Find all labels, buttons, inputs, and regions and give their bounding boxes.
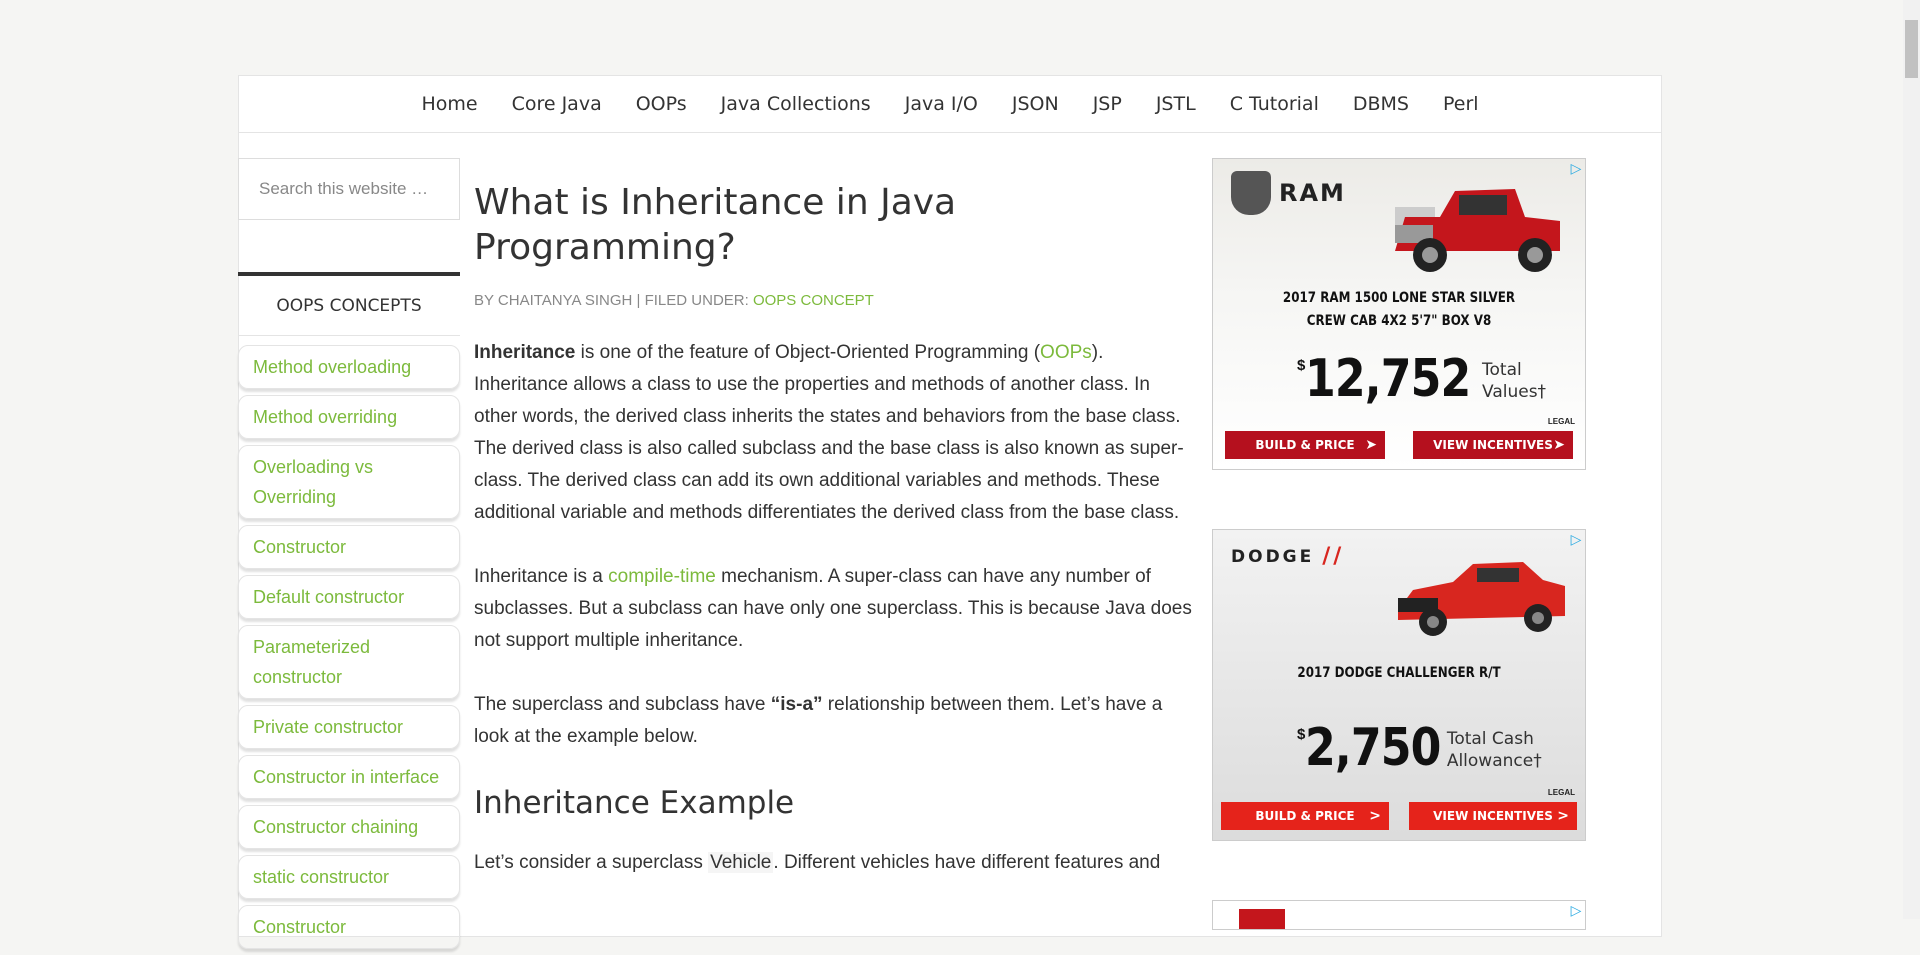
text: . Different vehicles have different feat… — [773, 852, 1161, 873]
sidebar-item-overloading-vs-overriding[interactable]: Overloading vs Overriding — [238, 445, 460, 519]
ad-banner-graphic — [1239, 909, 1285, 929]
legal-text[interactable]: LEGAL — [1548, 788, 1575, 797]
oops-link[interactable]: OOPs — [1040, 342, 1092, 363]
legal-text[interactable]: LEGAL — [1548, 417, 1575, 426]
dodge-ad[interactable]: ▷ DODGE // 2017 DODGE CHALLENGER R/T $ 2,… — [1212, 529, 1586, 841]
category-link[interactable]: OOPS CONCEPT — [753, 292, 874, 309]
category-list: Method overloading Method overriding Ove… — [238, 345, 460, 955]
sidebar-item-method-overloading[interactable]: Method overloading — [238, 345, 460, 389]
text: The superclass and subclass have — [474, 694, 771, 715]
widget-title: OOPS CONCEPTS — [238, 272, 460, 336]
adchoices-icon[interactable]: ▷ — [1567, 901, 1585, 919]
price-caption: Total Values† — [1482, 360, 1547, 402]
dodge-logo: DODGE // — [1231, 544, 1344, 569]
button-label: BUILD & PRICE — [1255, 809, 1355, 823]
nav-item-java-collections[interactable]: Java Collections — [721, 93, 871, 115]
nav-item-jstl[interactable]: JSTL — [1156, 93, 1196, 115]
text: is one of the feature of Object-Oriented… — [575, 342, 1041, 363]
view-incentives-button[interactable]: VIEW INCENTIVES > — [1409, 802, 1577, 830]
search-input[interactable] — [238, 158, 460, 220]
scrollbar[interactable] — [1903, 0, 1920, 919]
sidebar-item-constructor-chaining[interactable]: Constructor chaining — [238, 805, 460, 849]
button-label: VIEW INCENTIVES — [1433, 438, 1553, 452]
section-heading: Inheritance Example — [474, 785, 795, 821]
ad-title-line1: 2017 RAM 1500 LONE STAR SILVER — [1282, 290, 1516, 306]
ad-title-line2: CREW CAB 4X2 5'7" BOX V8 — [1306, 313, 1492, 329]
arrow-icon: ➤ — [1553, 437, 1565, 453]
bold-term: “is-a” — [770, 694, 823, 715]
sidebar-item-constructor[interactable]: Constructor — [238, 525, 460, 569]
ram-brand-text: RAM — [1279, 179, 1346, 207]
paragraph-3: The superclass and subclass have “is-a” … — [474, 689, 1198, 753]
sidebar-item-default-constructor[interactable]: Default constructor — [238, 575, 460, 619]
arrow-icon: > — [1557, 808, 1569, 824]
third-ad[interactable]: ▷ — [1212, 900, 1586, 930]
ad-price: $ 12,752 Total Values† — [1297, 351, 1546, 407]
page-title: What is Inheritance in Java Programming? — [474, 182, 957, 268]
inline-code: Vehicle — [708, 852, 774, 873]
adchoices-icon[interactable]: ▷ — [1567, 530, 1585, 548]
sidebar-item-parameterized-constructor[interactable]: Parameterized constructor — [238, 625, 460, 699]
paragraph-2: Inheritance is a compile-time mechanism.… — [474, 561, 1198, 657]
nav-item-dbms[interactable]: DBMS — [1353, 93, 1409, 115]
ad-title: 2017 DODGE CHALLENGER R/T — [1297, 665, 1501, 681]
build-price-button[interactable]: BUILD & PRICE ➤ — [1225, 431, 1385, 459]
view-incentives-button[interactable]: VIEW INCENTIVES ➤ — [1413, 431, 1573, 459]
adchoices-icon[interactable]: ▷ — [1567, 159, 1585, 177]
ram-head-icon — [1231, 171, 1271, 215]
nav-item-java-io[interactable]: Java I/O — [905, 93, 978, 115]
text: ). Inheritance allows a class to use the… — [474, 342, 1184, 523]
nav-item-oops[interactable]: OOPs — [636, 93, 687, 115]
arrow-icon: ➤ — [1365, 437, 1377, 453]
nav-item-c-tutorial[interactable]: C Tutorial — [1230, 93, 1319, 115]
sidebar: OOPS CONCEPTS Method overloading Method … — [238, 75, 460, 949]
widget-title-text: OOPS CONCEPTS — [276, 295, 422, 316]
price-caption: Total Cash Allowance† — [1446, 729, 1542, 771]
dodge-stripes-icon: // — [1322, 544, 1345, 569]
ram-logo: RAM — [1231, 171, 1346, 215]
dodge-brand-text: DODGE — [1231, 546, 1315, 567]
button-label: VIEW INCENTIVES — [1433, 809, 1553, 823]
sidebar-item-constructor-in-interface[interactable]: Constructor in interface — [238, 755, 460, 799]
scrollbar-thumb[interactable] — [1905, 20, 1918, 78]
bold-term: Inheritance — [474, 342, 576, 363]
nav-item-json[interactable]: JSON — [1012, 93, 1059, 115]
post-meta-author: BY CHAITANYA SINGH | FILED UNDER: — [474, 292, 749, 309]
compile-time-link[interactable]: compile-time — [608, 566, 716, 587]
sidebar-item-constructor-2[interactable]: Constructor — [238, 905, 460, 949]
ad-price: $ 2,750 Total Cash Allowance† — [1297, 720, 1542, 776]
paragraph-4: Let’s consider a superclass Vehicle. Dif… — [474, 847, 1198, 879]
nav-item-perl[interactable]: Perl — [1443, 93, 1479, 115]
sidebar-item-static-constructor[interactable]: static constructor — [238, 855, 460, 899]
arrow-icon: > — [1369, 808, 1381, 824]
paragraph-1: Inheritance is one of the feature of Obj… — [474, 337, 1198, 529]
price-value: 12,752 — [1305, 349, 1471, 409]
build-price-button[interactable]: BUILD & PRICE > — [1221, 802, 1389, 830]
text: Let’s consider a superclass — [474, 852, 709, 873]
car-image — [1398, 562, 1565, 636]
button-label: BUILD & PRICE — [1255, 438, 1355, 452]
price-value: 2,750 — [1305, 718, 1441, 778]
sidebar-item-method-overriding[interactable]: Method overriding — [238, 395, 460, 439]
ram-ad[interactable]: ▷ RAM 2017 RAM 1500 LONE STAR SILVER CRE… — [1212, 158, 1586, 470]
sidebar-item-private-constructor[interactable]: Private constructor — [238, 705, 460, 749]
post-meta: BY CHAITANYA SINGH | FILED UNDER: OOPS C… — [474, 292, 1198, 309]
text: Inheritance is a — [474, 566, 609, 587]
article: What is Inheritance in Java Programming?… — [474, 180, 1198, 911]
truck-image — [1395, 189, 1560, 272]
nav-item-core-java[interactable]: Core Java — [512, 93, 602, 115]
nav-item-jsp[interactable]: JSP — [1093, 93, 1122, 115]
